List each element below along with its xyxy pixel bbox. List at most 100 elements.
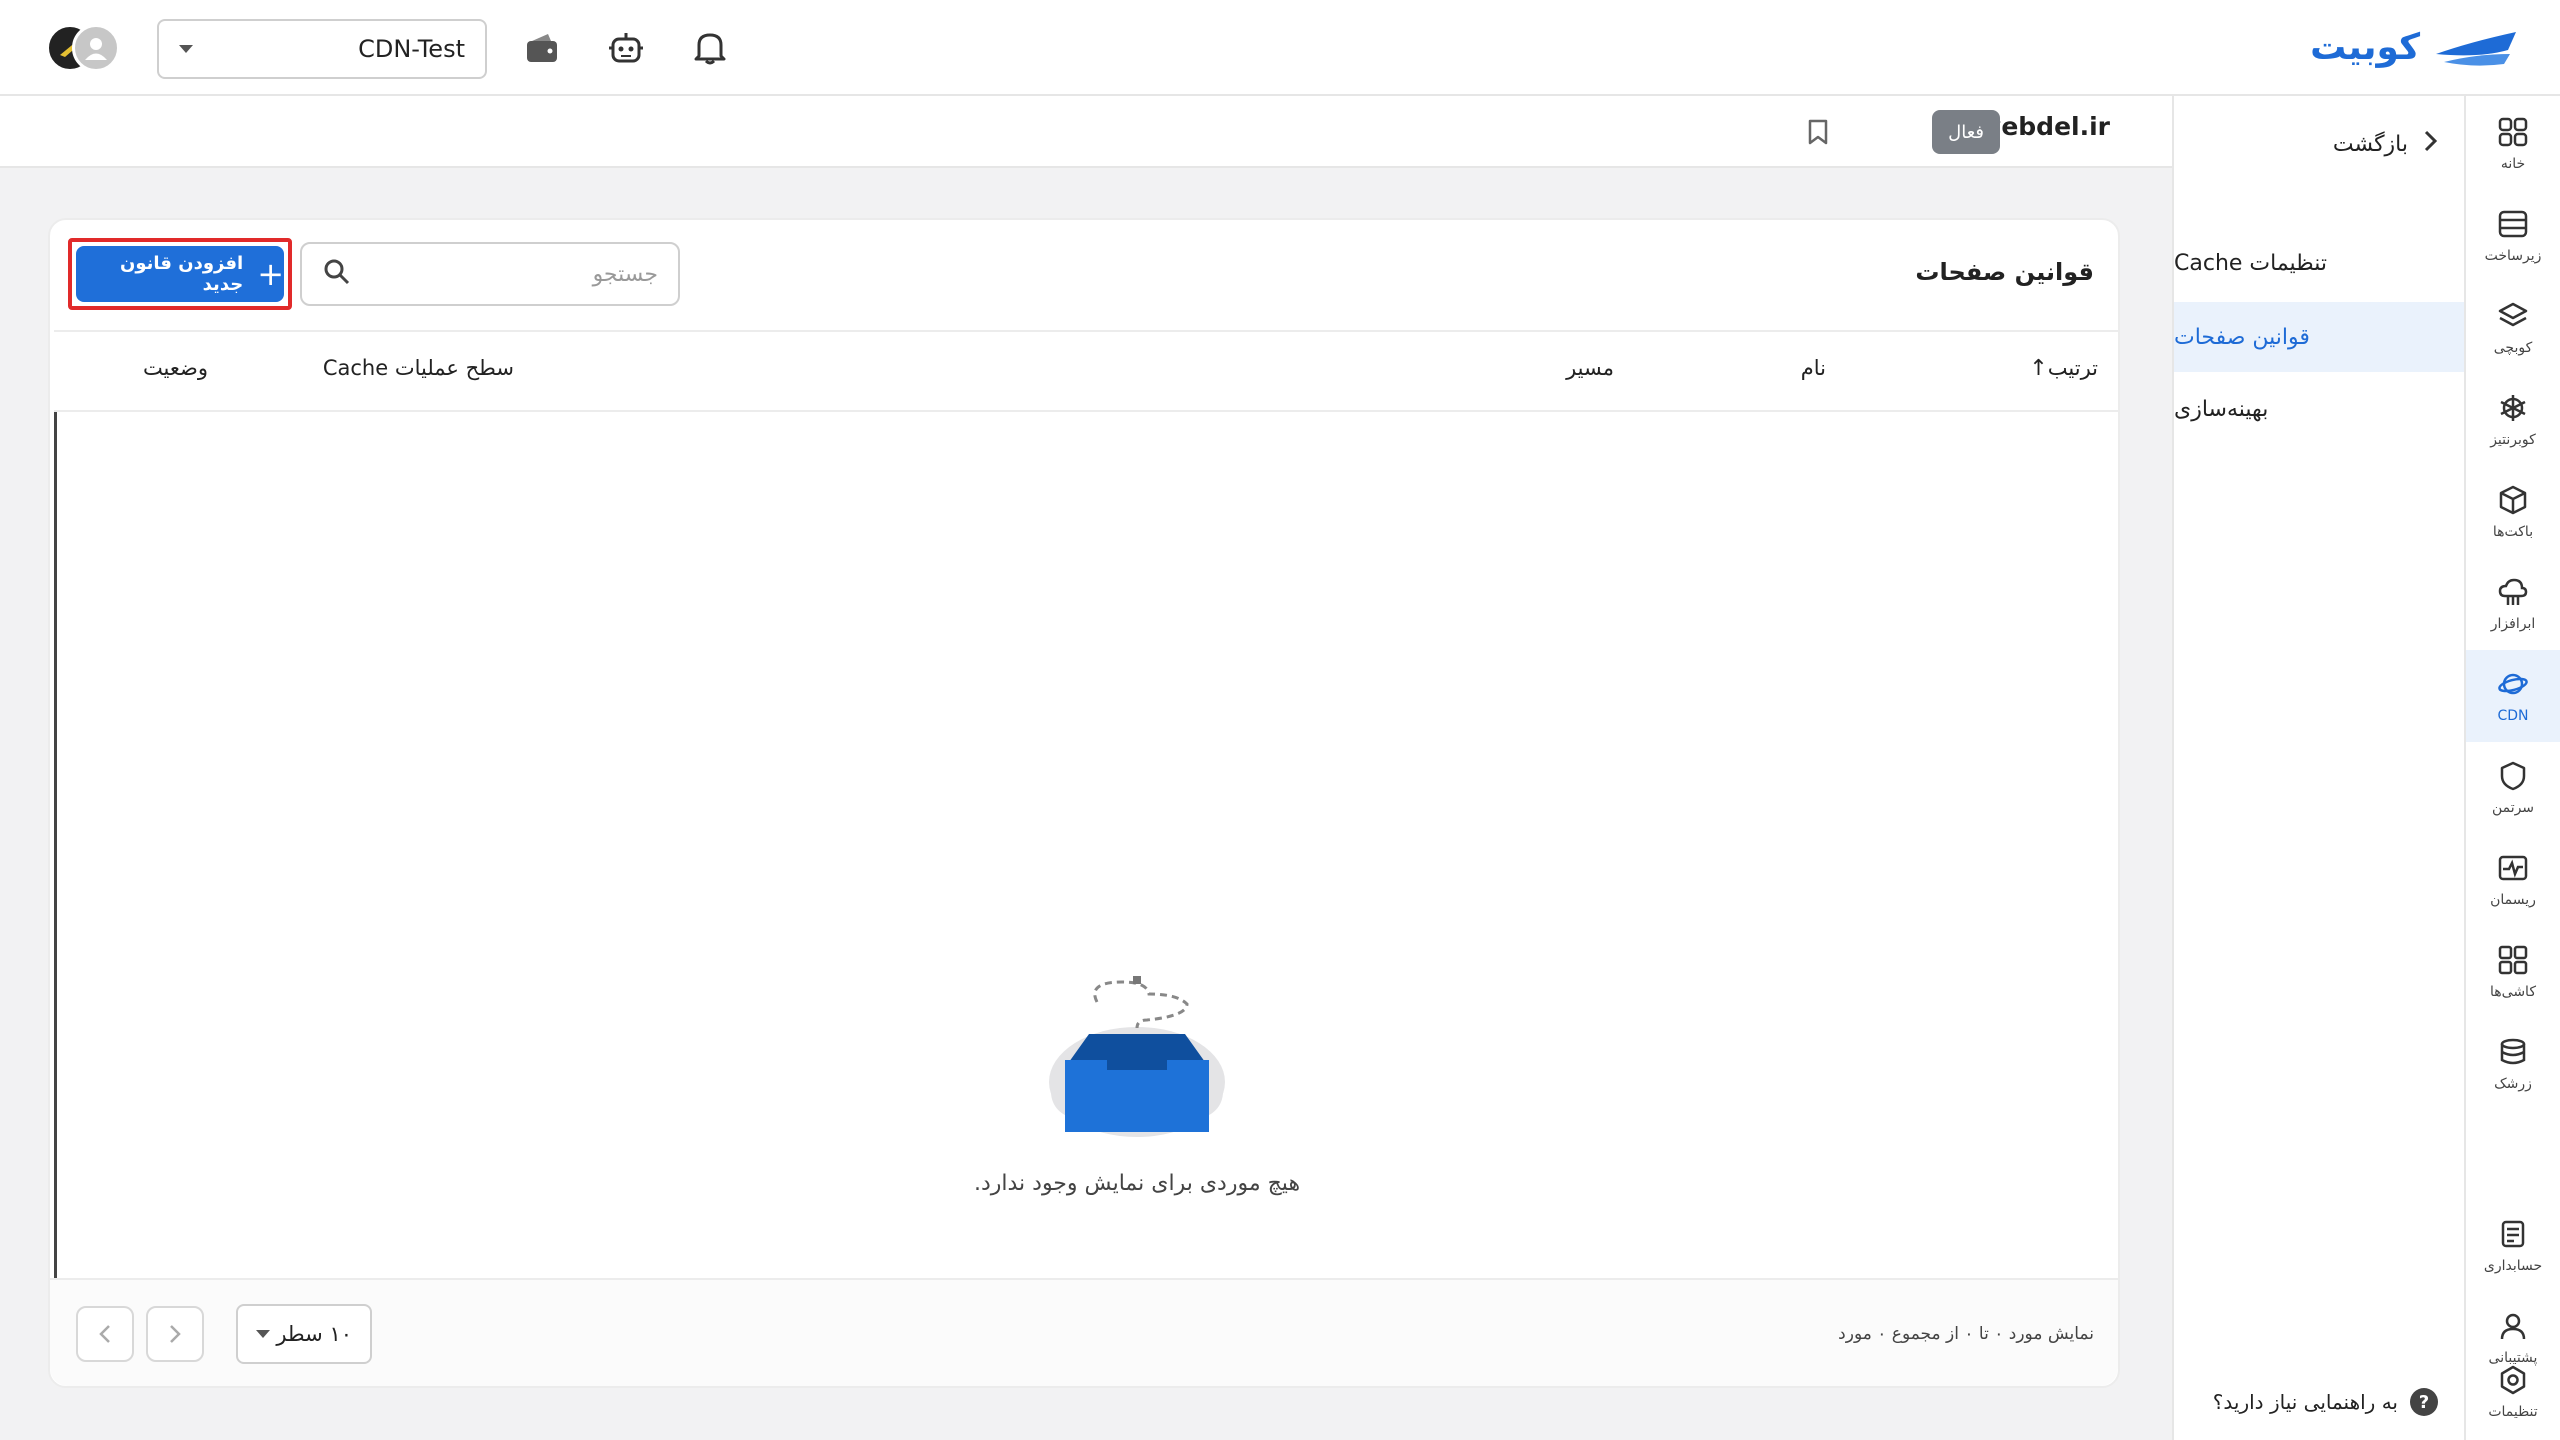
rail-item-settings[interactable]: تنظیمات xyxy=(2466,1346,2560,1438)
cdn-icon xyxy=(2498,673,2528,695)
rail-label: کوبچی xyxy=(2493,340,2533,356)
bookmark-icon[interactable] xyxy=(1802,116,1834,148)
cdn-sidebar: بازگشت تنظیمات Cache قوانین صفحات بهینه‌… xyxy=(2172,96,2464,1440)
sidebar-item-page-rules[interactable]: قوانین صفحات xyxy=(2174,302,2464,372)
cloud-app-icon xyxy=(2498,578,2528,605)
rail-label: حسابداری xyxy=(2483,1258,2543,1274)
table-body: هیچ موردی برای نمایش وجود ندارد. xyxy=(54,412,2118,1288)
help-label: به راهنمایی نیاز دارید؟ xyxy=(2212,1390,2398,1414)
rail-label: ریسمان xyxy=(2490,892,2536,908)
column-path[interactable]: مسیر xyxy=(1566,356,1614,380)
rail-label: CDN xyxy=(2497,708,2529,724)
chevron-left-icon xyxy=(99,1325,110,1343)
help-link[interactable]: ? به راهنمایی نیاز دارید؟ xyxy=(2213,1388,2438,1416)
rail-item-tiles[interactable]: کاشی‌ها xyxy=(2466,926,2560,1018)
brand-logo[interactable]: کوبیت xyxy=(2310,24,2520,70)
arrow-up-icon: ↑ xyxy=(2029,356,2048,381)
sidebar-item-optimization[interactable]: بهینه‌سازی xyxy=(2174,374,2464,444)
plus-icon: + xyxy=(257,255,284,293)
column-order-label: ترتیب xyxy=(2047,356,2098,380)
box-icon xyxy=(2499,485,2527,515)
status-badge: فعال xyxy=(1932,110,2000,154)
project-select[interactable]: CDN-Test xyxy=(157,19,487,79)
rail-label: ابرافزار xyxy=(2490,616,2536,632)
rail-label: کاشی‌ها xyxy=(2490,984,2536,1000)
table-header: ترتیب↑ نام مسیر سطح عملیات Cache وضعیت xyxy=(54,330,2118,412)
empty-state: هیچ موردی برای نمایش وجود ندارد. xyxy=(927,972,1347,1196)
search-placeholder: جستجو xyxy=(592,261,658,287)
rail-label: تنظیمات xyxy=(2488,1404,2538,1420)
rail-item-infrastructure[interactable]: زیرساخت xyxy=(2466,190,2560,282)
user-icon xyxy=(85,38,107,60)
rail-item-home[interactable]: خانه xyxy=(2466,98,2560,190)
sidebar-item-label: تنظیمات Cache xyxy=(2174,250,2327,276)
brand-name: کوبیت xyxy=(2310,26,2420,68)
add-rule-button[interactable]: + افزودن قانون جدید xyxy=(76,246,284,302)
support-icon xyxy=(2500,1313,2526,1340)
empty-box-icon xyxy=(1049,976,1225,1137)
rail-item-accounting[interactable]: حسابداری xyxy=(2466,1200,2560,1292)
rail-label: زرشک xyxy=(2494,1076,2532,1092)
chevron-right-icon xyxy=(2424,130,2438,158)
search-input[interactable]: جستجو xyxy=(300,242,680,306)
rail-item-zereshk[interactable]: زرشک xyxy=(2466,1018,2560,1110)
rail-label: کوبرنتیز xyxy=(2490,432,2536,448)
search-icon xyxy=(322,257,352,292)
empty-message: هیچ موردی برای نمایش وجود ندارد. xyxy=(973,1171,1301,1196)
rail-item-cdn[interactable]: CDN xyxy=(2466,650,2560,742)
main-nav-rail: خانه زیرساخت کوبچی کوبرنتیز باکت‌ها ابرا… xyxy=(2464,96,2560,1440)
rail-label: خانه xyxy=(2500,156,2526,172)
sidebar-item-cache-settings[interactable]: تنظیمات Cache xyxy=(2174,228,2464,298)
server-icon xyxy=(2498,210,2528,238)
rail-label: سرتمن xyxy=(2491,800,2535,816)
home-grid-icon xyxy=(2498,117,2528,147)
rows-per-page-value: ۱۰ سطر xyxy=(276,1322,352,1346)
pagination-info: نمایش مورد ۰ تا ۰ از مجموع ۰ مورد xyxy=(1838,1324,2094,1344)
chevron-down-icon xyxy=(179,45,193,53)
back-link[interactable]: بازگشت xyxy=(2333,116,2438,172)
domain-bar: webdel.ir فعال xyxy=(0,96,2172,168)
layers-icon xyxy=(2498,302,2528,327)
sidebar-item-label: قوانین صفحات xyxy=(2174,324,2310,350)
rail-item-rismaan[interactable]: ریسمان xyxy=(2466,834,2560,926)
database-icon xyxy=(2500,1038,2526,1065)
page-rules-card: قوانین صفحات جستجو + افزودن قانون جدید ت… xyxy=(48,218,2120,1388)
pulse-icon xyxy=(2498,855,2528,881)
add-rule-highlight: + افزودن قانون جدید xyxy=(68,238,292,310)
rail-item-sartaman[interactable]: سرتمن xyxy=(2466,742,2560,834)
wallet-icon[interactable] xyxy=(522,28,562,68)
tiles-icon xyxy=(2498,945,2528,975)
settings-icon xyxy=(2500,1365,2526,1395)
column-name[interactable]: نام xyxy=(1801,356,1826,380)
shield-icon xyxy=(2500,761,2526,791)
bell-icon[interactable] xyxy=(690,28,730,68)
project-select-value: CDN-Test xyxy=(358,35,465,63)
chevron-down-icon xyxy=(256,1330,270,1338)
rows-per-page-select[interactable]: ۱۰ سطر xyxy=(236,1304,372,1364)
top-bar: کوبیت CDN-Test xyxy=(0,0,2560,96)
page-title: قوانین صفحات xyxy=(1915,258,2094,286)
robot-icon[interactable] xyxy=(606,28,646,68)
rail-item-cloud-app[interactable]: ابرافزار xyxy=(2466,558,2560,650)
rail-label: باکت‌ها xyxy=(2492,524,2534,540)
help-icon: ? xyxy=(2410,1388,2438,1416)
column-order[interactable]: ترتیب↑ xyxy=(2021,356,2098,381)
rail-item-kubernetes[interactable]: کوبرنتیز xyxy=(2466,374,2560,466)
sidebar-item-label: بهینه‌سازی xyxy=(2174,396,2269,422)
next-page-button[interactable] xyxy=(146,1306,204,1362)
rail-item-kubchi[interactable]: کوبچی xyxy=(2466,282,2560,374)
ship-logo-icon xyxy=(2436,32,2516,66)
user-avatar[interactable] xyxy=(72,24,120,72)
accounting-icon xyxy=(2501,1220,2525,1248)
rail-item-buckets[interactable]: باکت‌ها xyxy=(2466,466,2560,558)
column-status[interactable]: وضعیت xyxy=(143,356,208,380)
add-rule-label: افزودن قانون جدید xyxy=(120,253,244,295)
column-cache-level[interactable]: سطح عملیات Cache xyxy=(323,356,514,380)
helm-icon xyxy=(2500,395,2526,421)
back-label: بازگشت xyxy=(2332,131,2408,157)
table-footer: نمایش مورد ۰ تا ۰ از مجموع ۰ مورد ۱۰ سطر xyxy=(50,1278,2118,1386)
user-avatars[interactable] xyxy=(46,24,126,74)
rail-label: زیرساخت xyxy=(2484,248,2542,264)
prev-page-button[interactable] xyxy=(76,1306,134,1362)
chevron-right-icon xyxy=(170,1325,181,1343)
